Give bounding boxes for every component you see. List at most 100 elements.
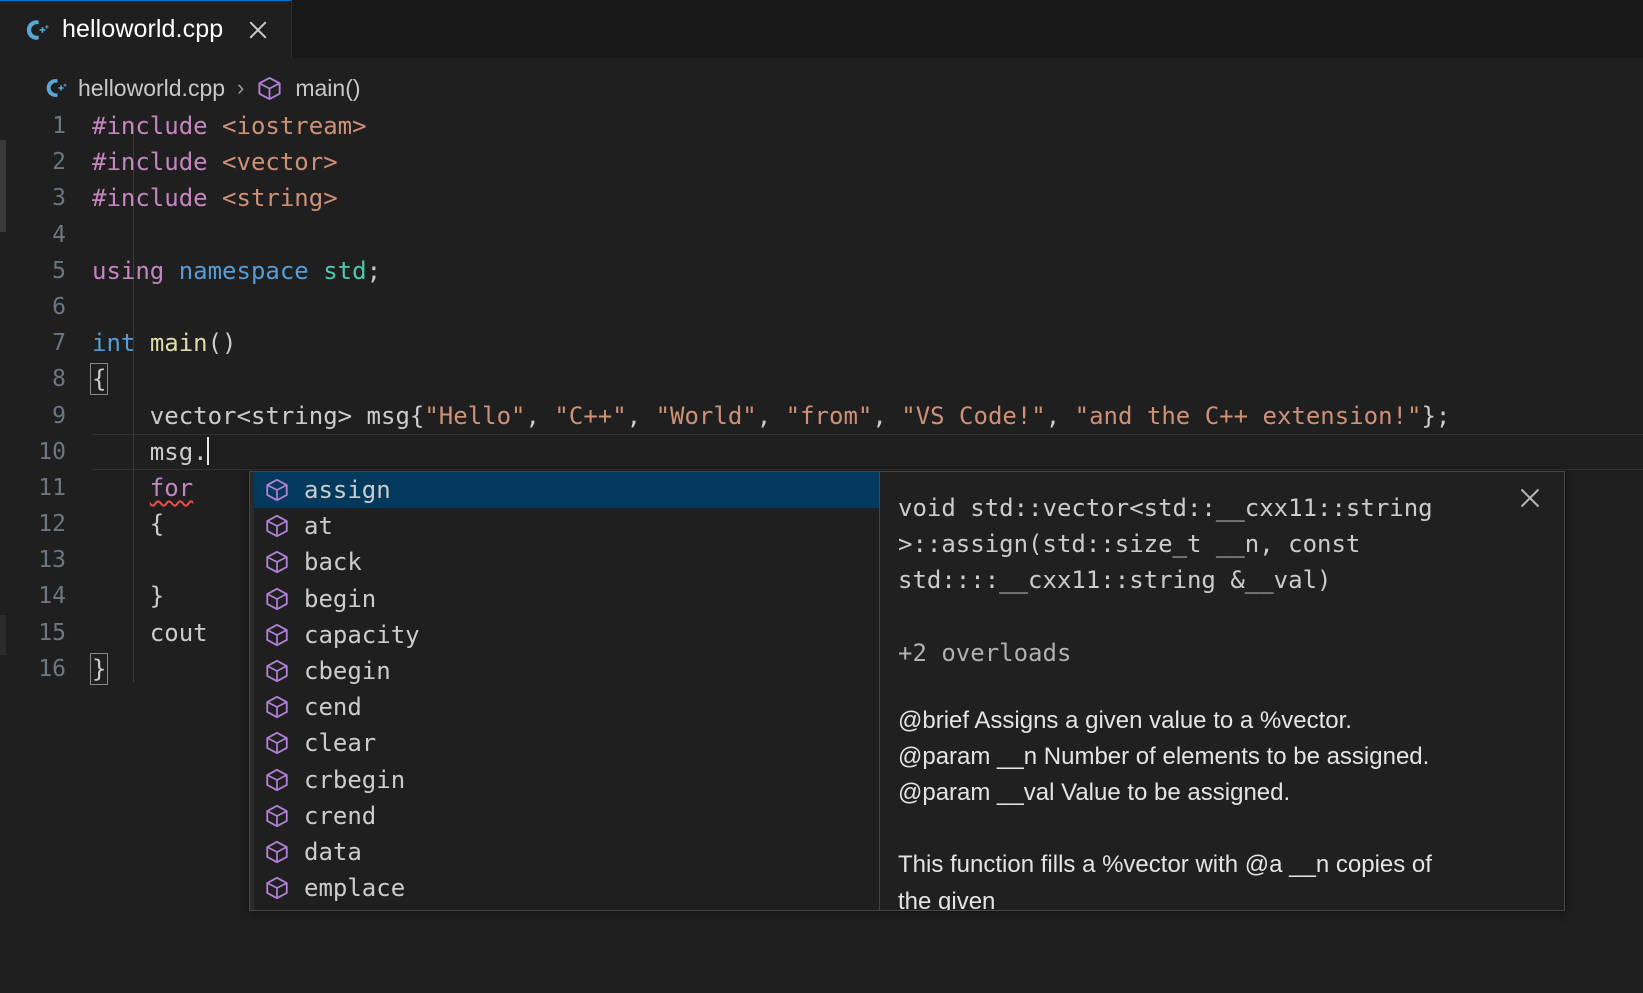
code-line[interactable]: 10 msg. bbox=[0, 433, 1643, 470]
line-content: vector<string> msg{"Hello", "C++", "Worl… bbox=[92, 398, 1451, 434]
line-number: 5 bbox=[52, 257, 66, 284]
line-number: 13 bbox=[38, 547, 66, 574]
code-token: , bbox=[756, 401, 786, 430]
line-number: 2 bbox=[52, 149, 66, 176]
breadcrumb-symbol[interactable]: main() bbox=[295, 75, 360, 102]
code-token: vector bbox=[149, 401, 237, 430]
code-line[interactable]: 5 using namespace std; bbox=[0, 253, 1643, 289]
breadcrumb: helloworld.cpp › main() bbox=[44, 68, 361, 108]
suggestion-item-cend[interactable]: cend bbox=[250, 689, 879, 725]
doc-description-line2: the given bbox=[898, 887, 996, 910]
code-token: { bbox=[89, 363, 109, 396]
code-token: "and the C++ extension!" bbox=[1074, 401, 1422, 430]
code-token: () bbox=[207, 329, 237, 358]
line-number: 15 bbox=[38, 619, 66, 646]
doc-close-icon[interactable] bbox=[1514, 482, 1546, 514]
tab-bar: helloworld.cpp bbox=[0, 0, 1643, 58]
suggestion-item-label: crbegin bbox=[304, 765, 406, 794]
suggestion-item-label: at bbox=[304, 512, 333, 541]
doc-brief: @brief Assigns a given value to a %vecto… bbox=[898, 706, 1352, 734]
code-token: , bbox=[872, 401, 902, 430]
suggestion-item-at[interactable]: at bbox=[250, 508, 879, 544]
suggestion-item-label: cbegin bbox=[304, 657, 391, 686]
suggestion-item-label: capacity bbox=[304, 620, 420, 649]
suggestion-item-back[interactable]: back bbox=[250, 544, 879, 580]
line-content: int main() bbox=[92, 325, 237, 361]
code-token: }; bbox=[1421, 401, 1451, 430]
suggestion-item-label: data bbox=[304, 837, 362, 866]
code-token: std bbox=[323, 256, 367, 285]
suggestion-item-label: crend bbox=[304, 801, 377, 830]
cube-method-icon bbox=[266, 840, 288, 864]
breadcrumb-file[interactable]: helloworld.cpp bbox=[78, 75, 225, 102]
suggestion-item-crbegin[interactable]: crbegin bbox=[250, 762, 879, 798]
breadcrumb-separator: › bbox=[237, 75, 245, 100]
suggestion-item-emplace[interactable]: emplace bbox=[250, 870, 879, 906]
suggestion-item-begin[interactable]: begin bbox=[250, 581, 879, 617]
suggestion-item-label: clear bbox=[304, 729, 377, 758]
line-number: 11 bbox=[38, 474, 66, 501]
suggestion-documentation-panel: void std::vector<std::__cxx11::string >:… bbox=[880, 472, 1564, 910]
code-token: "C++" bbox=[554, 401, 627, 430]
code-line[interactable]: 2 #include <vector> bbox=[0, 144, 1643, 180]
code-token: , bbox=[626, 401, 656, 430]
line-number: 10 bbox=[38, 438, 66, 465]
line-number: 6 bbox=[52, 293, 66, 320]
suggestion-item-data[interactable]: data bbox=[250, 834, 879, 870]
current-line-border-top bbox=[92, 433, 1643, 435]
code-token: > msg{ bbox=[337, 401, 425, 430]
text-caret bbox=[206, 436, 209, 465]
suggestion-list-scrollbar[interactable] bbox=[250, 472, 254, 910]
cube-method-icon bbox=[266, 478, 288, 502]
suggestion-item-crend[interactable]: crend bbox=[250, 798, 879, 834]
doc-param-val: @param __val Value to be assigned. bbox=[898, 779, 1291, 807]
code-line[interactable]: 8{ bbox=[0, 361, 1643, 397]
code-token: cout bbox=[149, 618, 208, 647]
code-line[interactable]: 9 vector<string> msg{"Hello", "C++", "Wo… bbox=[0, 398, 1643, 434]
code-line[interactable]: 1 #include <iostream> bbox=[0, 108, 1643, 144]
line-number: 16 bbox=[38, 655, 66, 682]
line-content: for bbox=[92, 470, 193, 506]
suggestion-widget[interactable]: assign at back begin capacity cbegin cend clear… bbox=[249, 471, 1565, 911]
suggestion-item-label: assign bbox=[304, 476, 391, 505]
suggestion-item-assign[interactable]: assign bbox=[250, 472, 879, 509]
doc-body: @brief Assigns a given value to a %vecto… bbox=[898, 703, 1530, 910]
code-line[interactable]: 7 int main() bbox=[0, 325, 1643, 361]
suggestion-item-cbegin[interactable]: cbegin bbox=[250, 653, 879, 689]
line-content: { bbox=[89, 361, 109, 397]
line-number: 14 bbox=[38, 583, 66, 610]
suggestion-item-clear[interactable]: clear bbox=[250, 725, 879, 761]
code-line[interactable]: 3 #include <string> bbox=[0, 180, 1643, 216]
suggestion-item-label: emplace bbox=[304, 874, 406, 903]
line-number: 7 bbox=[52, 330, 66, 357]
code-line[interactable]: 4 bbox=[0, 217, 1643, 253]
suggestion-item-label: cend bbox=[304, 693, 362, 722]
code-token: main bbox=[149, 329, 208, 358]
code-line[interactable]: 6 bbox=[0, 289, 1643, 325]
code-token: } bbox=[149, 582, 165, 611]
line-number: 9 bbox=[52, 402, 66, 429]
cube-symbol-icon bbox=[258, 76, 281, 100]
cpp-file-icon bbox=[26, 19, 49, 40]
tab-close-icon[interactable] bbox=[243, 15, 273, 45]
line-number: 8 bbox=[52, 366, 66, 393]
suggestion-list[interactable]: assign at back begin capacity cbegin cend clear… bbox=[250, 472, 880, 910]
code-token: , bbox=[525, 401, 555, 430]
tab-helloworld-cpp[interactable]: helloworld.cpp bbox=[0, 0, 293, 58]
suggestion-item-capacity[interactable]: capacity bbox=[250, 617, 879, 653]
code-token: #include bbox=[92, 184, 208, 213]
line-content: } bbox=[89, 651, 109, 687]
code-token: { bbox=[149, 510, 165, 539]
code-token: #include bbox=[92, 148, 208, 177]
code-token: ; bbox=[366, 256, 382, 285]
line-content: msg. bbox=[92, 434, 209, 470]
line-number: 3 bbox=[52, 185, 66, 212]
line-content: cout bbox=[92, 615, 208, 651]
suggestion-item-label: back bbox=[304, 548, 362, 577]
